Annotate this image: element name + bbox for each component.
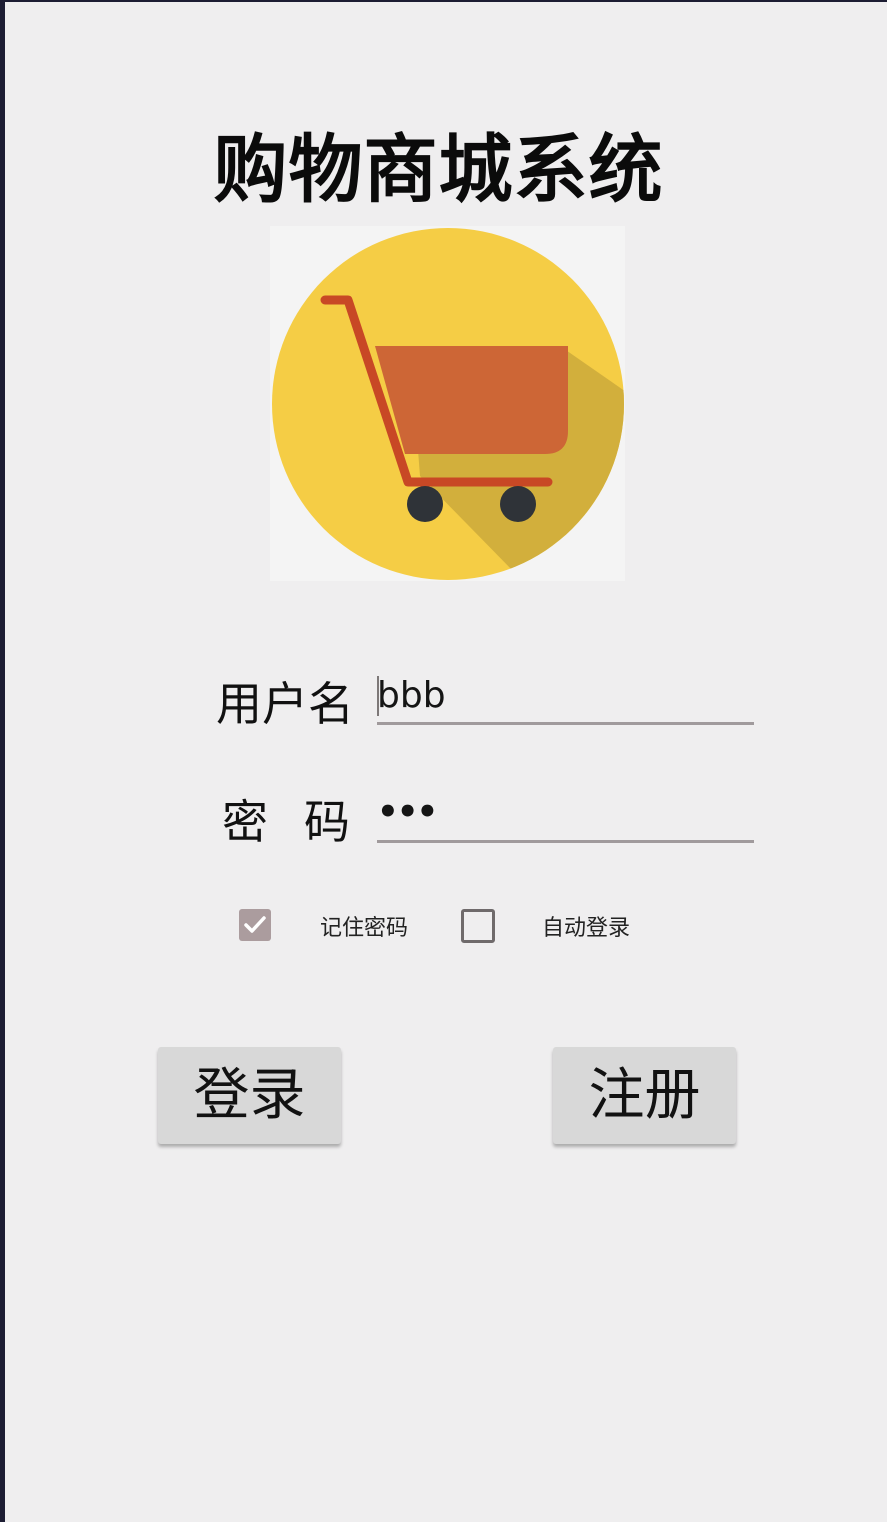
shopping-cart-logo	[270, 226, 625, 581]
app-title: 购物商城系统	[213, 127, 664, 213]
auto-login-checkbox[interactable]	[461, 909, 495, 943]
login-button[interactable]: 登录	[158, 1047, 341, 1144]
register-button[interactable]: 注册	[553, 1047, 736, 1144]
username-label: 用户名	[216, 677, 354, 731]
username-field[interactable]: bbb	[377, 670, 754, 725]
auto-login-label[interactable]: 自动登录	[542, 910, 630, 942]
username-value: bbb	[377, 675, 446, 716]
checkmark-icon	[244, 916, 266, 933]
remember-password-label[interactable]: 记住密码	[320, 910, 408, 942]
text-cursor	[377, 676, 379, 716]
remember-password-checkbox[interactable]	[239, 909, 271, 941]
shopping-cart-icon	[272, 228, 624, 580]
password-field[interactable]: •••	[377, 788, 754, 843]
password-label: 密码	[222, 795, 386, 849]
password-value: •••	[377, 792, 438, 832]
